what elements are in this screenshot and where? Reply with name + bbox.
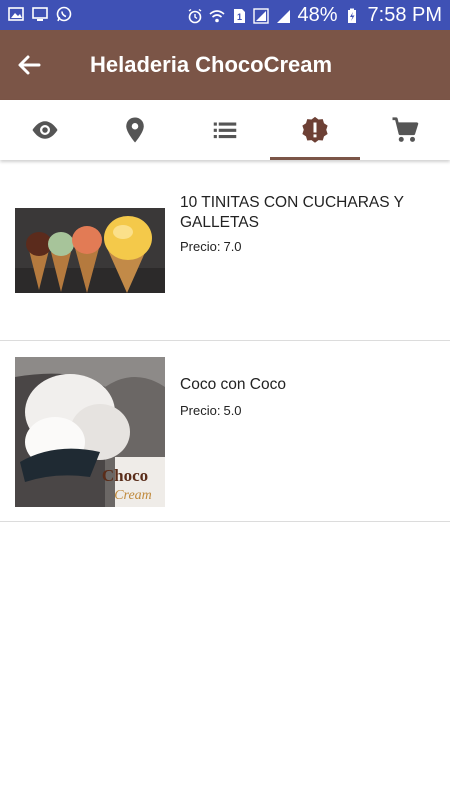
gallery-icon: [8, 7, 24, 21]
svg-text:Choco: Choco: [102, 466, 148, 485]
wifi-icon: [209, 9, 226, 22]
eye-icon: [32, 121, 58, 139]
product-price: Precio: 7.0: [180, 239, 242, 254]
tab-location[interactable]: [90, 100, 180, 160]
tab-list[interactable]: [180, 100, 270, 160]
product-price: Precio: 5.0: [180, 403, 242, 418]
price-value: 5.0: [223, 403, 242, 418]
battery-icon: [347, 8, 356, 23]
cart-icon: [392, 117, 419, 142]
price-value: 7.0: [223, 239, 242, 254]
svg-text:1: 1: [237, 12, 242, 22]
list-item[interactable]: 10 TINITAS CON CUCHARAS Y GALLETAS Preci…: [0, 160, 450, 341]
alarm-icon: [189, 8, 202, 23]
list-icon: [213, 122, 237, 139]
product-name: 10 TINITAS CON CUCHARAS Y GALLETAS: [180, 194, 404, 231]
clock: 7:58 PM: [367, 4, 442, 26]
battery-percent: 48%: [297, 4, 338, 26]
svg-text:Cream: Cream: [114, 488, 152, 503]
screen-icon: [32, 7, 48, 21]
page-title: Heladeria ChocoCream: [90, 52, 333, 77]
price-label: Precio:: [180, 403, 221, 418]
product-image: Choco Cream: [15, 357, 165, 507]
location-pin-icon: [126, 117, 144, 143]
tab-cart[interactable]: [360, 100, 450, 160]
price-label: Precio:: [180, 239, 221, 254]
list-item[interactable]: Choco Cream Coco con Coco Precio: 5.0: [0, 341, 450, 522]
whatsapp-icon: [56, 6, 72, 22]
product-name: Coco con Coco: [180, 376, 286, 393]
app-bar: Heladeria ChocoCream: [0, 30, 450, 100]
signal-bars-icon: [277, 9, 291, 23]
tab-alerts[interactable]: [270, 100, 360, 160]
status-bar: 1 48% 7:58 PM: [0, 0, 450, 30]
tab-view[interactable]: [0, 100, 90, 160]
sim-icon: 1: [234, 8, 246, 23]
back-button[interactable]: [14, 50, 44, 80]
alert-badge-icon: [302, 116, 328, 143]
tab-bar: [0, 100, 450, 160]
product-image: [15, 208, 165, 293]
back-arrow-icon: [18, 55, 41, 75]
product-list: 10 TINITAS CON CUCHARAS Y GALLETAS Preci…: [0, 160, 450, 522]
signal-icon: [253, 7, 270, 24]
